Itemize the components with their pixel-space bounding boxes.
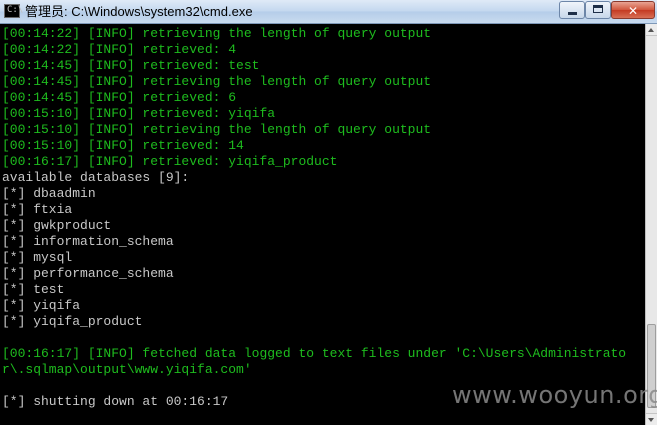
- console-line: [00:14:45] [INFO] retrieving the length …: [2, 74, 432, 89]
- console-line: [*] yiqifa: [2, 298, 81, 313]
- console-line: r\.sqlmap\output\www.yiqifa.com': [2, 362, 252, 377]
- console-line: [*] dbaadmin: [2, 186, 96, 201]
- vertical-scrollbar[interactable]: [645, 24, 657, 425]
- console-line: [00:14:22] [INFO] retrieved: 4: [2, 42, 237, 57]
- minimize-button[interactable]: [559, 1, 585, 19]
- console-line: [*] test: [2, 282, 65, 297]
- close-icon: ✕: [627, 4, 639, 18]
- close-button[interactable]: ✕: [611, 1, 655, 19]
- console-line: [00:16:17] [INFO] retrieved: yiqifa_prod…: [2, 154, 338, 169]
- maximize-button[interactable]: [585, 1, 611, 19]
- arrow-up-icon: [648, 28, 654, 32]
- console-line: [00:15:10] [INFO] retrieving the length …: [2, 122, 432, 137]
- console-line: [00:14:45] [INFO] retrieved: 6: [2, 90, 237, 105]
- console-line: [*] performance_schema: [2, 266, 174, 281]
- cmd-icon[interactable]: C:\: [4, 4, 24, 18]
- console-line: [00:15:10] [INFO] retrieved: 14: [2, 138, 244, 153]
- console-line: [*] information_schema: [2, 234, 174, 249]
- console-line: [*] ftxia: [2, 202, 73, 217]
- console-line: available databases [9]:: [2, 170, 190, 185]
- scroll-down-button[interactable]: [646, 413, 657, 425]
- watermark: www.wooyun.org: [452, 381, 657, 409]
- minimize-icon: [568, 12, 577, 15]
- cmd-window: C:\ 管理员: C:\Windows\system32\cmd.exe ✕ […: [0, 0, 657, 425]
- arrow-down-icon: [648, 418, 654, 422]
- title-bar[interactable]: C:\ 管理员: C:\Windows\system32\cmd.exe ✕: [0, 0, 657, 24]
- console-line: [*] gwkproduct: [2, 218, 112, 233]
- console-line: [00:14:22] [INFO] retrieving the length …: [2, 26, 432, 41]
- console-line: [00:14:45] [INFO] retrieved: test: [2, 58, 260, 73]
- console-lines: [00:14:22] [INFO] retrieving the length …: [2, 26, 626, 410]
- maximize-icon: [593, 5, 603, 13]
- window-title: 管理员: C:\Windows\system32\cmd.exe: [25, 4, 253, 19]
- console-line: [*] mysql: [2, 250, 73, 265]
- cmd-icon-glyph: C:\: [7, 5, 24, 15]
- console-output[interactable]: [00:14:22] [INFO] retrieving the length …: [0, 24, 645, 425]
- console-line: [00:15:10] [INFO] retrieved: yiqifa: [2, 106, 276, 121]
- console-line: [*] yiqifa_product: [2, 314, 143, 329]
- console-line: [00:16:17] [INFO] fetched data logged to…: [2, 346, 627, 361]
- scroll-up-button[interactable]: [646, 24, 657, 36]
